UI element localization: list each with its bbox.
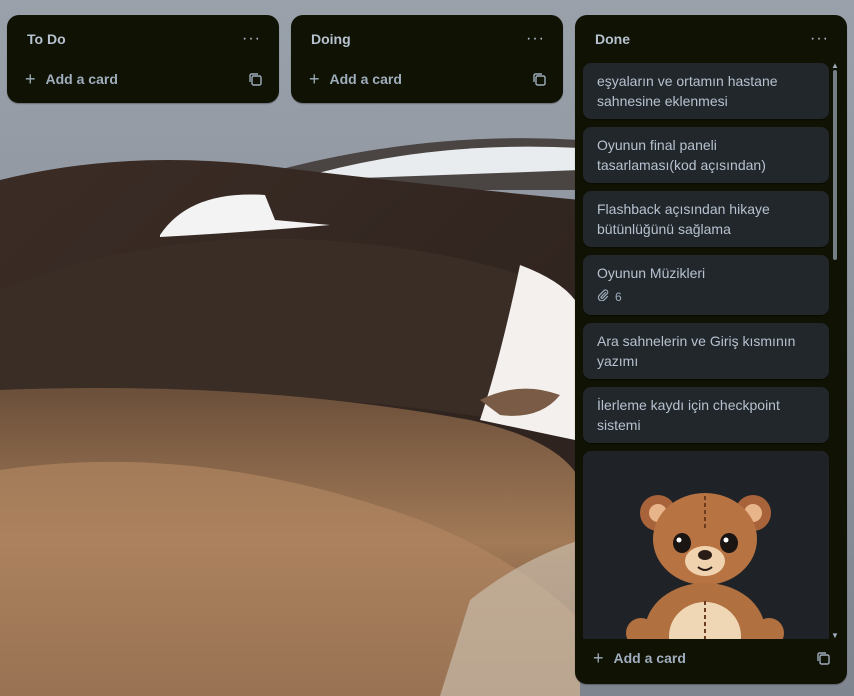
list-title[interactable]: Doing bbox=[311, 31, 351, 47]
more-dots-icon[interactable]: ··· bbox=[238, 29, 265, 49]
card[interactable]: Oyunun final paneli tasarlaması(kod açıs… bbox=[583, 127, 829, 183]
plus-icon: + bbox=[593, 648, 604, 668]
scroll-down-icon[interactable]: ▼ bbox=[830, 632, 840, 640]
attachment-count: 6 bbox=[615, 290, 622, 304]
scrollbar-thumb[interactable] bbox=[833, 70, 837, 260]
list-header: Done ··· bbox=[575, 15, 847, 63]
card[interactable]: eşyaların ve ortamın hastane sahnesine e… bbox=[583, 63, 829, 119]
image-card[interactable] bbox=[583, 451, 829, 639]
card-list-scrollbar[interactable]: ▲ ▼ bbox=[830, 62, 840, 640]
card-list: eşyaların ve ortamın hastane sahnesine e… bbox=[583, 63, 839, 639]
more-dots-icon[interactable]: ··· bbox=[522, 29, 549, 49]
card[interactable]: Oyunun Müzikleri 6 bbox=[583, 255, 829, 315]
card-title: Ara sahnelerin ve Giriş kısmının yazımı bbox=[597, 333, 796, 369]
add-card-button[interactable]: + Add a card bbox=[15, 63, 271, 95]
list-done: Done ··· eşyaların ve ortamın hastane sa… bbox=[575, 15, 847, 684]
paperclip-icon bbox=[597, 287, 609, 307]
scroll-up-icon[interactable]: ▲ bbox=[830, 62, 840, 70]
add-card-label: Add a card bbox=[613, 650, 686, 666]
card-title: Oyunun final paneli tasarlaması(kod açıs… bbox=[597, 137, 766, 173]
card[interactable]: Ara sahnelerin ve Giriş kısmının yazımı bbox=[583, 323, 829, 379]
card[interactable]: Flashback açısından hikaye bütünlüğünü s… bbox=[583, 191, 829, 247]
card-title: eşyaların ve ortamın hastane sahnesine e… bbox=[597, 73, 778, 109]
add-card-button[interactable]: + Add a card bbox=[299, 63, 555, 95]
list-header: To Do ··· bbox=[7, 15, 279, 63]
card-title: İlerleme kaydı için checkpoint sistemi bbox=[597, 397, 780, 433]
card[interactable]: İlerleme kaydı için checkpoint sistemi bbox=[583, 387, 829, 443]
card-title: Flashback açısından hikaye bütünlüğünü s… bbox=[597, 201, 770, 237]
list-footer: + Add a card bbox=[575, 642, 847, 674]
list-to-do: To Do ··· + Add a card bbox=[7, 15, 279, 103]
add-card-label: Add a card bbox=[329, 71, 402, 87]
add-card-label: Add a card bbox=[45, 71, 118, 87]
list-header: Doing ··· bbox=[291, 15, 563, 63]
card-template-icon[interactable] bbox=[247, 71, 263, 87]
card-title: Oyunun Müzikleri bbox=[597, 265, 706, 281]
card-template-icon[interactable] bbox=[531, 71, 547, 87]
attachment-badge: 6 bbox=[597, 287, 815, 307]
teddy-bear-image bbox=[583, 451, 829, 639]
add-card-button[interactable]: + Add a card bbox=[583, 642, 839, 674]
list-doing: Doing ··· + Add a card bbox=[291, 15, 563, 103]
more-dots-icon[interactable]: ··· bbox=[806, 29, 833, 49]
list-title[interactable]: To Do bbox=[27, 31, 66, 47]
list-title[interactable]: Done bbox=[595, 31, 630, 47]
plus-icon: + bbox=[309, 69, 320, 89]
card-template-icon[interactable] bbox=[815, 650, 831, 666]
plus-icon: + bbox=[25, 69, 36, 89]
